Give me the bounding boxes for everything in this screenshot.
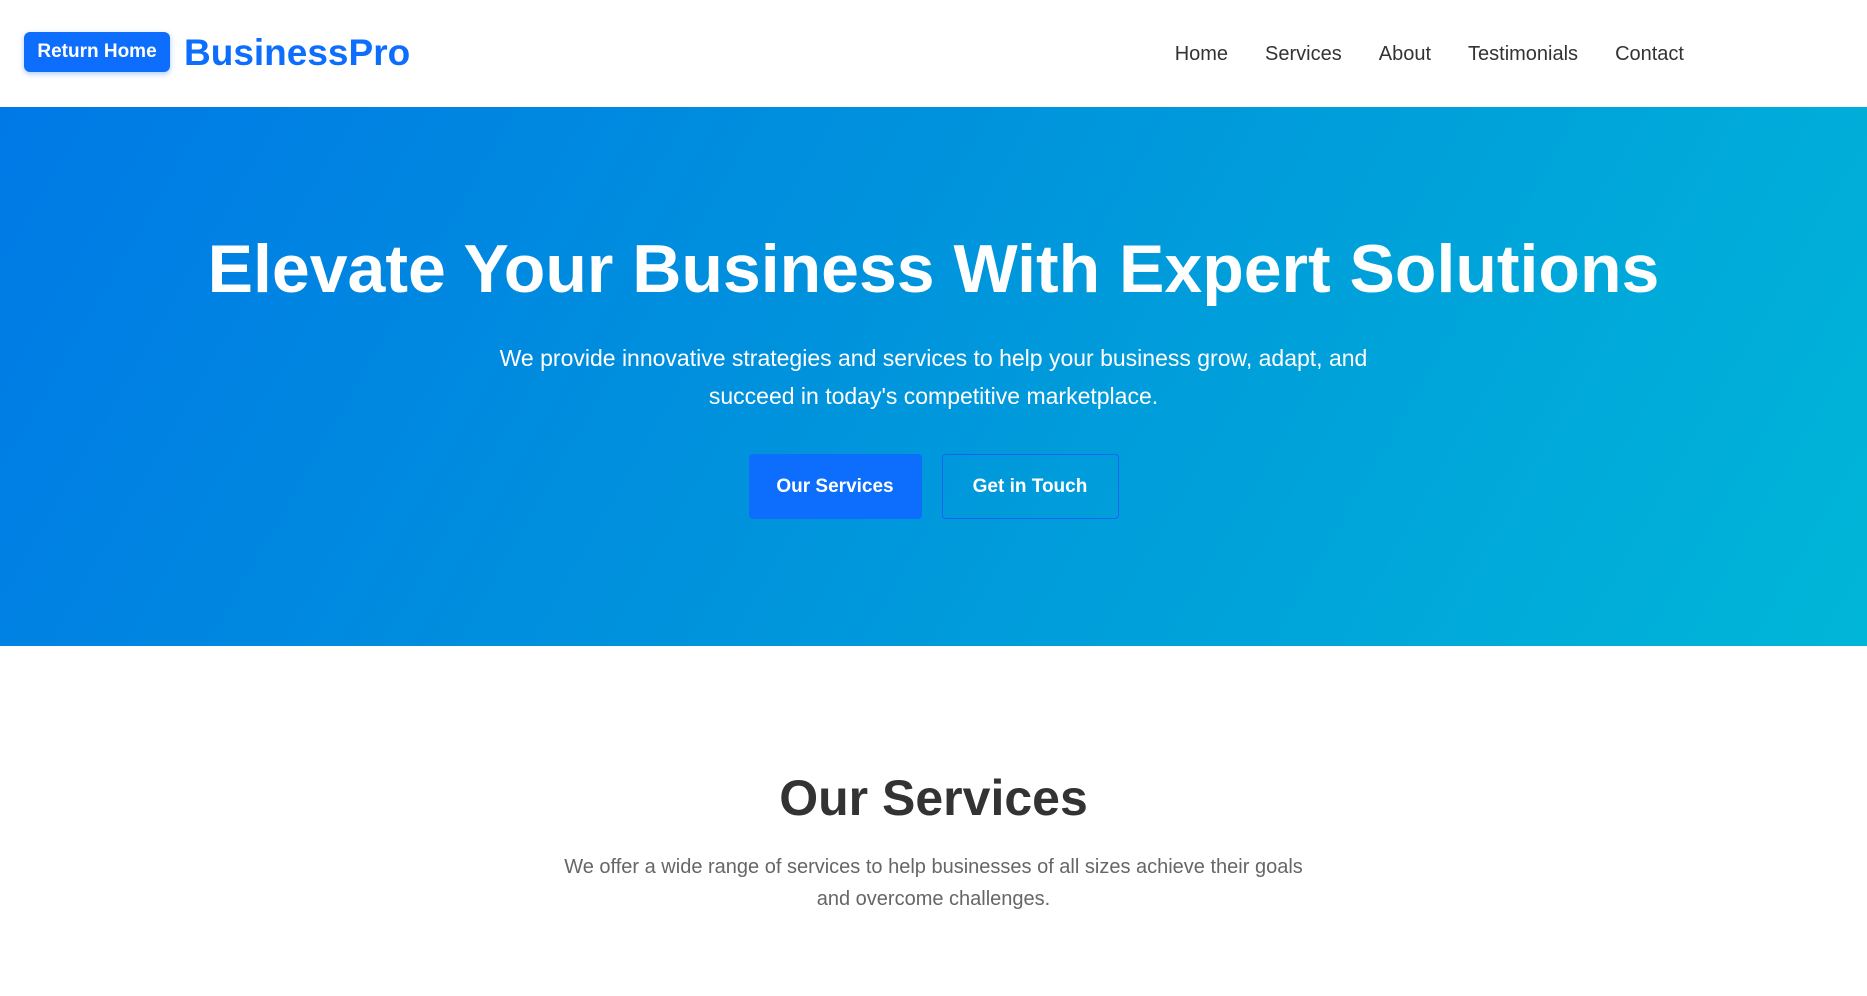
hero-title: Elevate Your Business With Expert Soluti… <box>207 231 1660 307</box>
hero-section: Elevate Your Business With Expert Soluti… <box>0 107 1867 646</box>
brand-logo[interactable]: BusinessPro <box>184 30 410 76</box>
get-in-touch-button[interactable]: Get in Touch <box>941 454 1119 519</box>
site-header: Return Home BusinessPro Home Services Ab… <box>0 0 1867 107</box>
nav-link-about[interactable]: About <box>1379 38 1431 70</box>
services-title: Our Services <box>779 770 1088 826</box>
nav-link-contact[interactable]: Contact <box>1615 38 1684 70</box>
nav-link-testimonials[interactable]: Testimonials <box>1468 38 1578 70</box>
hero-button-group: Our Services Get in Touch <box>0 454 1867 519</box>
return-home-button[interactable]: Return Home <box>24 32 170 72</box>
services-subtitle: We offer a wide range of services to hel… <box>564 856 1303 910</box>
our-services-button[interactable]: Our Services <box>748 454 922 519</box>
hero-subtitle: We provide innovative strategies and ser… <box>499 345 1368 409</box>
services-section: Our Services We offer a wide range of se… <box>0 646 1867 996</box>
nav-link-home[interactable]: Home <box>1175 38 1228 70</box>
nav-link-services[interactable]: Services <box>1265 38 1342 70</box>
main-nav: Home Services About Testimonials Contact <box>1175 38 1684 70</box>
